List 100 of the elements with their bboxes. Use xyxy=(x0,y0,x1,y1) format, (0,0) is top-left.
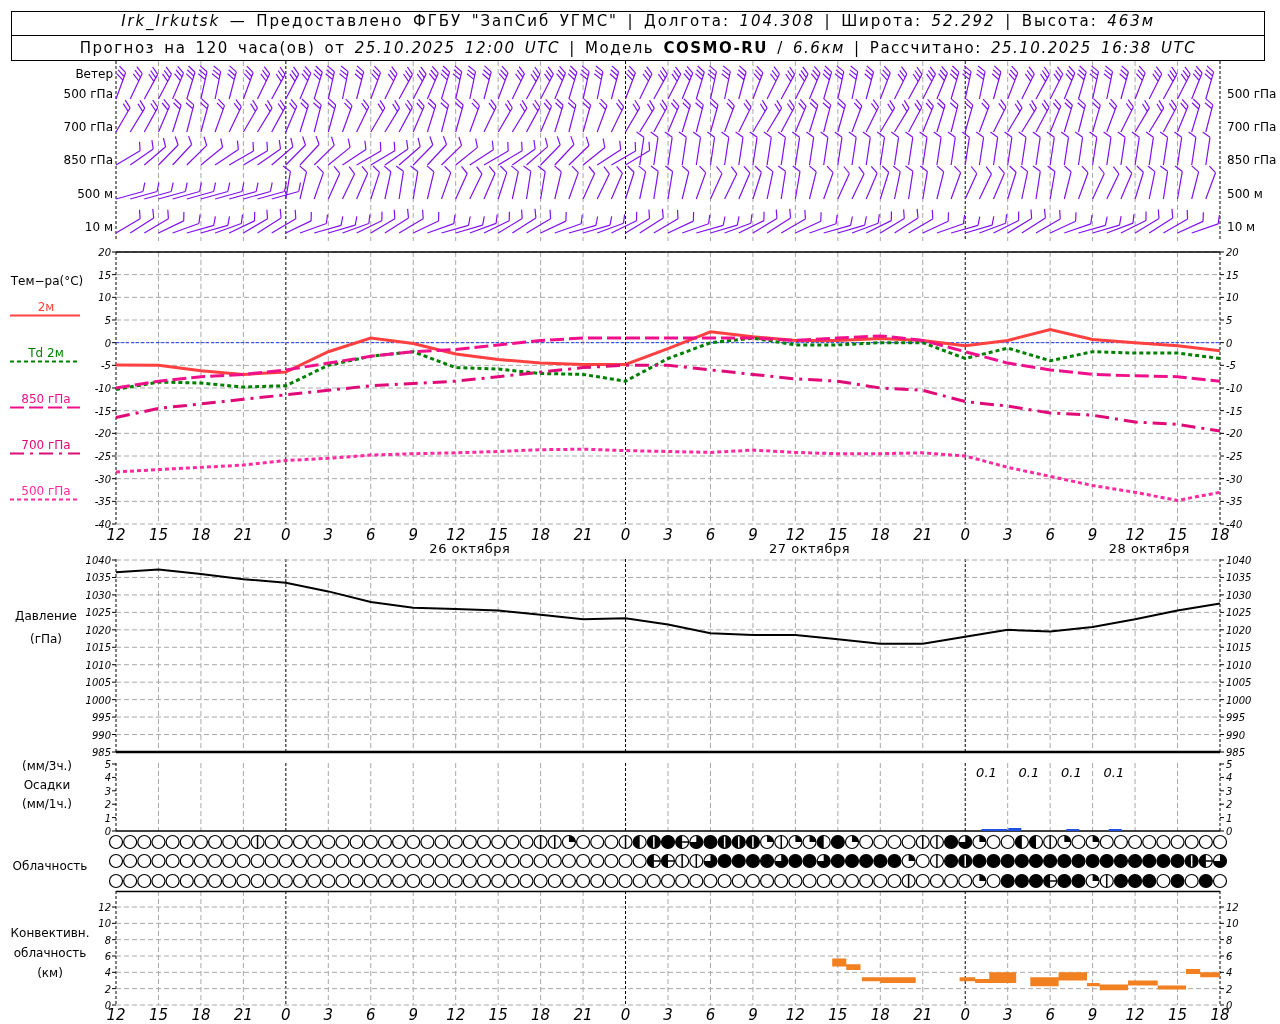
cloud-cover-icon xyxy=(576,834,591,850)
date-label: 27 октября xyxy=(769,541,850,556)
cloud-cover-icon xyxy=(675,873,690,889)
cloud-cover-icon xyxy=(406,853,421,869)
cloud-cover-icon xyxy=(915,834,930,850)
cloud-cover-icon xyxy=(788,834,803,850)
cloud-cover-icon xyxy=(731,834,746,850)
axis-tick-label: 2 xyxy=(104,799,111,811)
cloud-cover-icon xyxy=(208,853,223,869)
time-axis-label: 3 xyxy=(1002,1006,1013,1024)
cloud-cover-icon xyxy=(717,834,732,850)
cloud-cover-icon xyxy=(533,853,548,869)
cloud-cover-icon xyxy=(1085,834,1100,850)
axis-tick-label: -25 xyxy=(1226,451,1243,462)
cloud-cover-icon xyxy=(151,853,166,869)
cloud-cover-icon xyxy=(703,853,718,869)
legend-label: 500 гПа xyxy=(21,484,71,498)
legend-label: 700 гПа xyxy=(21,438,71,452)
cloud-cover-icon xyxy=(618,873,633,889)
cloud-cover-icon xyxy=(590,834,605,850)
cloud-cover-icon xyxy=(561,853,576,869)
cloud-cover-icon xyxy=(1142,853,1157,869)
cloud-cover-icon xyxy=(377,853,393,869)
wind-level-label: 500 гПа xyxy=(1227,87,1277,101)
axis-tick-label: 6 xyxy=(1226,951,1233,962)
cloud-cover-icon xyxy=(420,873,435,889)
cloud-cover-icon xyxy=(590,853,605,869)
cloud-cover-icon xyxy=(1043,853,1058,869)
cloud-cover-icon xyxy=(137,853,152,869)
cloud-cover-icon xyxy=(944,853,959,869)
time-axis-label: 3 xyxy=(663,526,673,544)
time-axis-label: 18 xyxy=(191,526,211,544)
cloud-cover-icon xyxy=(986,853,1001,869)
cloud-cover-icon xyxy=(958,853,973,869)
axis-tick-label: 6 xyxy=(104,951,111,962)
axis-tick-label: 1000 xyxy=(85,694,111,706)
time-axis-label: 18 xyxy=(531,526,551,544)
cloud-cover-icon xyxy=(307,873,322,889)
axis-tick-label: 10 xyxy=(1226,292,1239,304)
cloud-cover-icon xyxy=(406,834,421,850)
cloud-cover-icon xyxy=(448,834,463,850)
cloud-cover-icon xyxy=(476,853,492,869)
time-axis-label: 21 xyxy=(573,1006,593,1024)
axis-tick-label: -20 xyxy=(94,428,111,440)
cloud-cover-icon xyxy=(760,873,775,889)
wind-level-label: 850 гПа xyxy=(1227,153,1277,167)
cloud-cover-icon xyxy=(391,834,407,850)
cloud-cover-icon xyxy=(505,873,520,889)
cloud-cover-icon xyxy=(802,834,817,850)
axis-tick-label: -30 xyxy=(1226,473,1243,485)
cloud-cover-icon xyxy=(123,853,138,869)
axis-tick-label: 10 xyxy=(98,292,111,304)
cloud-cover-icon xyxy=(123,834,138,850)
wind-level-label: Ветер xyxy=(75,67,113,81)
cloud-cover-icon xyxy=(929,834,944,850)
cloud-cover-icon xyxy=(1156,873,1171,889)
axis-tick-label: 1 xyxy=(104,812,111,824)
cloud-cover-icon xyxy=(278,834,293,850)
date-label: 28 октября xyxy=(1108,541,1190,556)
time-axis-label: 12 xyxy=(446,526,466,544)
axis-tick-label: 4 xyxy=(1226,772,1233,784)
cloud-cover-icon xyxy=(208,873,223,889)
cloud-cover-icon xyxy=(646,834,661,850)
cloud-cover-icon xyxy=(915,873,930,889)
time-axis-label: 18 xyxy=(870,1006,890,1024)
cloud-cover-icon xyxy=(292,873,308,889)
axis-tick-label: 1025 xyxy=(85,607,111,619)
cloud-cover-icon xyxy=(1043,834,1058,850)
time-axis-label: 21 xyxy=(573,526,593,544)
time-axis-label: 15 xyxy=(488,526,508,544)
cloud-cover-icon xyxy=(972,873,987,889)
time-axis-label: 9 xyxy=(1087,526,1098,544)
cloud-cover-icon xyxy=(250,873,265,889)
cloud-cover-icon xyxy=(1071,834,1086,850)
cloud-cover-icon xyxy=(165,853,180,869)
cloud-cover-icon xyxy=(151,834,166,850)
axis-tick-label: 10 xyxy=(1226,918,1239,930)
cloud-cover-icon xyxy=(292,853,308,869)
cloud-cover-icon xyxy=(321,834,336,850)
cloud-cover-icon xyxy=(1113,853,1128,869)
cloud-cover-icon xyxy=(632,834,647,850)
time-axis-label: 0 xyxy=(281,526,291,544)
cloud-cover-icon xyxy=(675,834,690,850)
cloud-cover-icon xyxy=(646,853,662,869)
axis-tick-label: 4 xyxy=(104,967,111,979)
cloud-cover-icon xyxy=(349,873,364,889)
time-axis-label: 15 xyxy=(1168,1006,1188,1024)
cloud-cover-icon xyxy=(391,853,407,869)
cloud-cover-icon xyxy=(788,873,803,889)
pressure-axis-title: Давление xyxy=(15,609,77,623)
cloud-cover-icon xyxy=(972,834,987,850)
cloud-cover-icon xyxy=(1085,873,1100,889)
cloud-cover-icon xyxy=(137,873,152,889)
wind-level-label: 700 гПа xyxy=(1227,120,1277,134)
cloud-cover-icon xyxy=(123,873,138,889)
time-axis-label: 9 xyxy=(748,1006,758,1024)
cloud-cover-icon xyxy=(830,834,845,850)
cloud-cover-icon xyxy=(929,873,944,889)
wind-level-label: 10 м xyxy=(1227,220,1256,234)
wind-level-label: 850 гПа xyxy=(63,153,113,167)
